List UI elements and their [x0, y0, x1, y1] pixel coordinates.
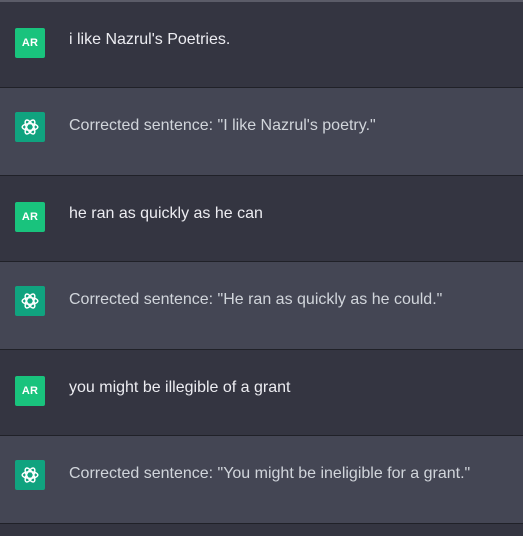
user-avatar: AR: [15, 376, 45, 406]
assistant-message-text: Corrected sentence: "He ran as quickly a…: [69, 291, 443, 308]
assistant-message: Corrected sentence: "He ran as quickly a…: [0, 262, 523, 350]
chatgpt-logo-icon: [15, 286, 45, 316]
user-message: AR you might be illegible of a grant: [0, 350, 523, 436]
assistant-message: Corrected sentence: "I like Nazrul's poe…: [0, 88, 523, 176]
user-message-text: i like Nazrul's Poetries.: [69, 31, 231, 48]
assistant-message-text: Corrected sentence: "You might be inelig…: [69, 465, 471, 482]
bottom-spacer: [0, 524, 523, 534]
user-message-text: he ran as quickly as he can: [69, 205, 263, 222]
chatgpt-logo-icon: [15, 112, 45, 142]
chat-thread: AR i like Nazrul's Poetries. Corrected s…: [0, 2, 523, 524]
user-message: AR he ran as quickly as he can: [0, 176, 523, 262]
assistant-message-text: Corrected sentence: "I like Nazrul's poe…: [69, 117, 376, 134]
user-avatar: AR: [15, 202, 45, 232]
assistant-message: Corrected sentence: "You might be inelig…: [0, 436, 523, 524]
chatgpt-logo-icon: [15, 460, 45, 490]
user-avatar: AR: [15, 28, 45, 58]
user-message: AR i like Nazrul's Poetries.: [0, 2, 523, 88]
user-message-text: you might be illegible of a grant: [69, 379, 291, 396]
